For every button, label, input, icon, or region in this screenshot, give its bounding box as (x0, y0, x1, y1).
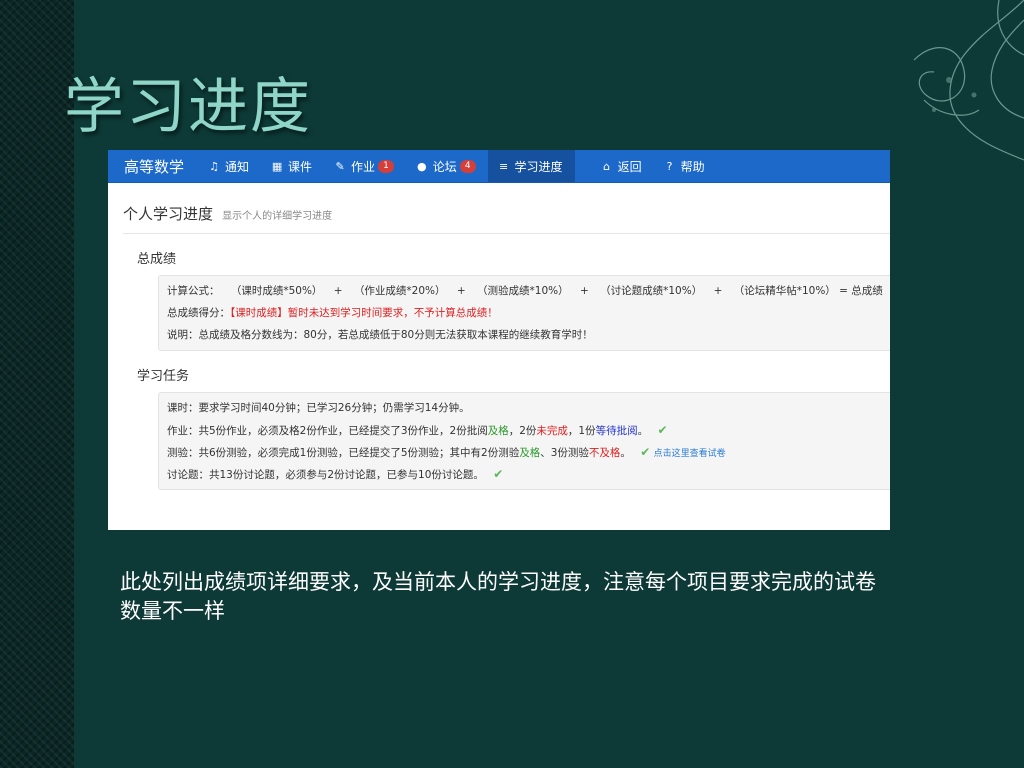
nav-help[interactable]: ? 帮助 (654, 150, 717, 182)
quiz-text: 测验：共6份测验，必须完成1份测验，已经提交了5份测验；其中有2份测验 (167, 447, 520, 459)
homework-incomplete: 未完成 (536, 425, 568, 437)
check-icon: ✔ (640, 445, 651, 459)
quiz-text: 。 (620, 447, 631, 459)
homework-text: ，1份 (567, 425, 596, 437)
homework-pass: 及格 (487, 425, 509, 437)
bell-icon: ♫ (209, 159, 219, 173)
plus-sign: + (333, 285, 343, 297)
quiz-pass: 及格 (519, 447, 541, 459)
list-icon: ≡ (498, 159, 509, 173)
check-icon: ✔ (493, 467, 504, 481)
quiz-text: 、3份测验 (540, 447, 589, 459)
formula-item: （讨论题成绩*10%） (600, 285, 703, 297)
formula-item: （测验成绩*10%） (477, 285, 569, 297)
formula-label: 计算公式： (167, 285, 220, 297)
nav-notice-label: 通知 (225, 159, 250, 174)
app-screenshot: 高等数学 ♫ 通知 ▦ 课件 ✎ 作业 1 ● 论坛 4 ≡ 学习进度 ⌂ 返回… (108, 150, 890, 530)
nav-notice[interactable]: ♫ 通知 (198, 150, 261, 182)
discussion-text: 讨论题：共13份讨论题，必须参与2份讨论题，已参与10份讨论题。 (167, 469, 484, 481)
decorative-band (0, 0, 74, 768)
formula-line: 计算公式： （课时成绩*50%） + （作业成绩*20%） + （测验成绩*10… (167, 280, 889, 302)
nav-courseware-label: 课件 (288, 159, 313, 174)
question-icon: ? (666, 159, 673, 173)
nav-courseware[interactable]: ▦ 课件 (261, 150, 324, 182)
nav-forum[interactable]: ● 论坛 4 (406, 150, 488, 182)
score-value: 【课时成绩】暂时未达到学习时间要求，不予计算总成绩！ (230, 307, 498, 319)
check-icon: ✔ (657, 423, 668, 437)
ornament-icon (913, 0, 1024, 161)
formula-result: = 总成绩 (839, 285, 883, 297)
plus-sign: + (713, 285, 723, 297)
nav-back[interactable]: ⌂ 返回 (591, 150, 654, 182)
formula-item: （作业成绩*20%） (353, 285, 446, 297)
comment-icon: ● (416, 159, 427, 173)
homework-text: 作业：共5份作业，必须及格2份作业，已经提交了3份作业，2份批阅 (167, 425, 488, 437)
nav-progress-label: 学习进度 (514, 159, 563, 174)
formula-item: （论坛精华帖*10%） (733, 285, 836, 297)
score-label: 总成绩得分： (167, 307, 230, 319)
navbar: 高等数学 ♫ 通知 ▦ 课件 ✎ 作业 1 ● 论坛 4 ≡ 学习进度 ⌂ 返回… (108, 150, 890, 183)
home-icon: ⌂ (603, 159, 611, 173)
homework-text: 。 (637, 425, 649, 437)
nav-homework[interactable]: ✎ 作业 1 (324, 150, 406, 182)
pass-note: 说明：总成绩及格分数线为：80分，若总成绩低于80分则无法获取本课程的继续教育学… (167, 329, 593, 341)
page-header: 个人学习进度 显示个人的详细学习进度 (123, 203, 890, 234)
slide-title: 学习进度 (64, 72, 312, 142)
tasks-title: 学习任务 (137, 369, 190, 384)
film-icon: ▦ (271, 159, 283, 173)
pencil-icon: ✎ (335, 159, 345, 173)
score-line: 总成绩得分：【课时成绩】暂时未达到学习时间要求，不予计算总成绩！ (167, 302, 889, 324)
discussion-line: 讨论题：共13份讨论题，必须参与2份讨论题，已参与10份讨论题。 ✔ (167, 463, 889, 485)
nav-progress[interactable]: ≡ 学习进度 (487, 150, 575, 182)
nav-back-label: 返回 (617, 159, 642, 174)
total-score-panel: 计算公式： （课时成绩*50%） + （作业成绩*20%） + （测验成绩*10… (158, 275, 890, 351)
hours-line: 课时：要求学习时间40分钟；已学习26分钟；仍需学习14分钟。 (167, 402, 470, 414)
slide-caption: 此处列出成绩项详细要求，及当前本人的学习进度，注意每个项目要求完成的试卷数量不一… (120, 570, 876, 623)
page-subtitle: 显示个人的详细学习进度 (222, 211, 333, 222)
homework-pending: 等待批阅 (595, 425, 638, 437)
homework-text: ，2份 (508, 425, 537, 437)
nav-forum-label: 论坛 (432, 159, 457, 174)
nav-help-label: 帮助 (680, 159, 705, 174)
total-score-title: 总成绩 (137, 252, 177, 267)
forum-badge: 4 (459, 159, 476, 173)
quiz-line: 测验：共6份测验，必须完成1份测验，已经提交了5份测验；其中有2份测验及格、3份… (167, 441, 889, 463)
view-quiz-link[interactable]: 点击这里查看试卷 (654, 449, 726, 459)
nav-homework-label: 作业 (351, 159, 376, 174)
quiz-fail: 不及格 (588, 447, 621, 459)
formula-item: （课时成绩*50%） (230, 285, 323, 297)
tasks-panel: 课时：要求学习时间40分钟；已学习26分钟；仍需学习14分钟。 作业：共5份作业… (158, 392, 890, 490)
homework-line: 作业：共5份作业，必须及格2份作业，已经提交了3份作业，2份批阅及格，2份未完成… (167, 419, 889, 441)
brand-link[interactable]: 高等数学 (108, 156, 198, 177)
page-title: 个人学习进度 (123, 205, 214, 223)
homework-badge: 1 (378, 159, 394, 173)
plus-sign: + (579, 285, 589, 297)
plus-sign: + (456, 285, 466, 297)
